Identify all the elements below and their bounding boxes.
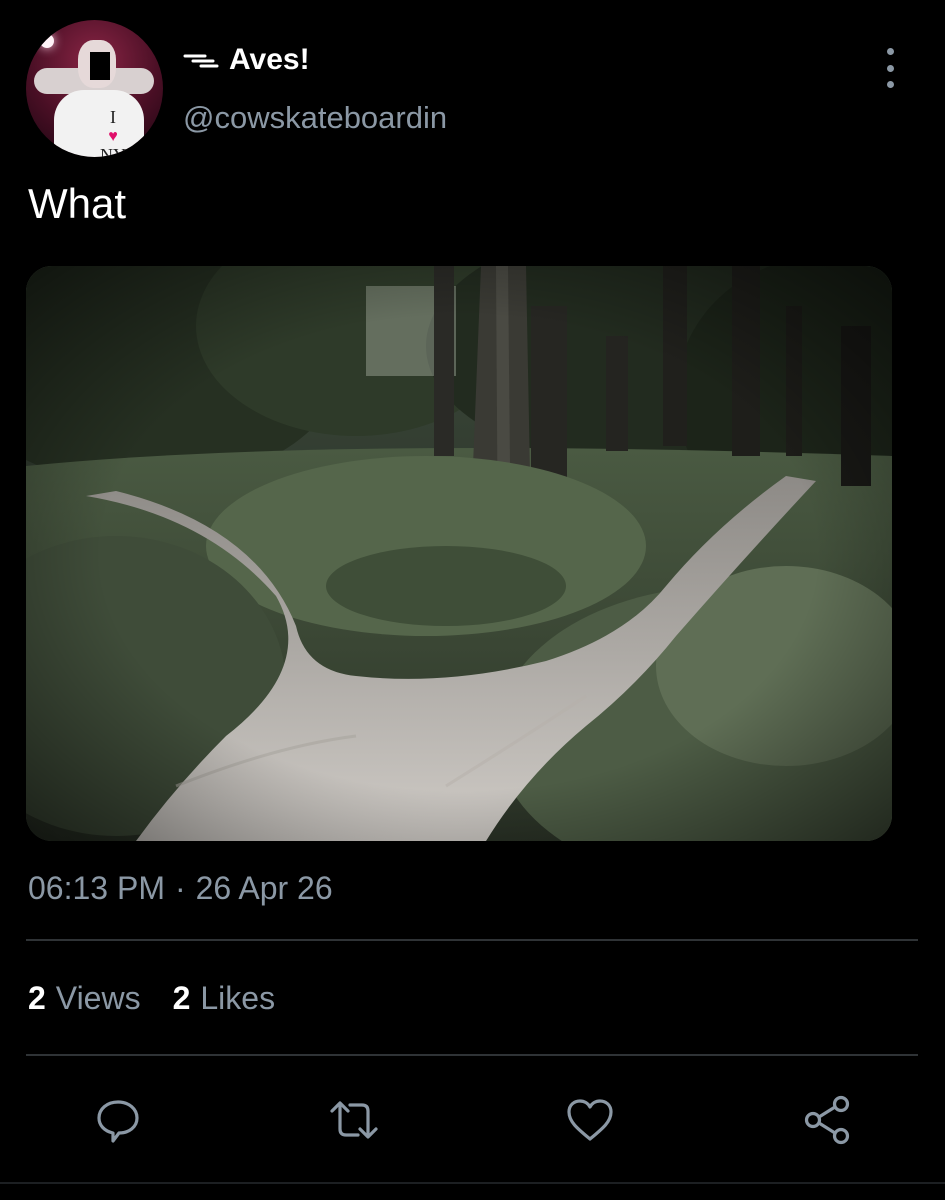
winding-lines-icon xyxy=(183,54,219,68)
tweet-header: I ♥ NY Aves! @cowskateboardin xyxy=(0,0,945,170)
share-icon xyxy=(804,1095,850,1145)
avatar-censor-bar xyxy=(90,52,110,80)
divider xyxy=(26,939,918,941)
like-button[interactable] xyxy=(558,1088,622,1152)
more-dot-icon xyxy=(886,64,894,72)
bottom-divider xyxy=(0,1182,945,1184)
tweet-media-photo[interactable] xyxy=(26,266,892,841)
avatar-shirt-print: I ♥ NY xyxy=(100,107,126,157)
reply-icon xyxy=(97,1100,139,1143)
retweet-button[interactable] xyxy=(322,1088,386,1152)
divider xyxy=(26,1054,918,1056)
views-label: Views xyxy=(55,980,141,1016)
avatar-light xyxy=(40,34,54,48)
avatar[interactable]: I ♥ NY xyxy=(26,20,163,157)
author-display-name[interactable]: Aves! xyxy=(229,43,310,77)
share-button[interactable] xyxy=(796,1088,860,1152)
timestamp-separator: · xyxy=(174,870,186,906)
retweet-icon xyxy=(330,1101,378,1139)
tweet-actions xyxy=(0,1088,945,1152)
reply-button[interactable] xyxy=(86,1088,150,1152)
author-name-row[interactable]: Aves! xyxy=(183,42,310,78)
views-count: 2 xyxy=(28,980,46,1016)
likes-label: Likes xyxy=(200,980,276,1016)
more-dot-icon xyxy=(886,48,894,55)
likes-stat[interactable]: 2 Likes xyxy=(173,980,276,1017)
views-stat[interactable]: 2 Views xyxy=(28,980,141,1017)
more-options-button[interactable] xyxy=(876,48,904,88)
tweet-text: What xyxy=(28,180,127,227)
tweet-date: 26 Apr 26 xyxy=(195,870,333,906)
tweet-timestamp[interactable]: 06:13 PM · 26 Apr 26 xyxy=(28,870,333,907)
likes-count: 2 xyxy=(172,980,191,1016)
more-dot-icon xyxy=(886,81,894,88)
tweet-time: 06:13 PM xyxy=(28,870,165,906)
author-handle[interactable]: @cowskateboardin xyxy=(183,100,447,136)
forest-path-image xyxy=(26,266,892,841)
tweet-stats: 2 Views 2 Likes xyxy=(28,980,275,1017)
heart-icon xyxy=(567,1099,613,1141)
